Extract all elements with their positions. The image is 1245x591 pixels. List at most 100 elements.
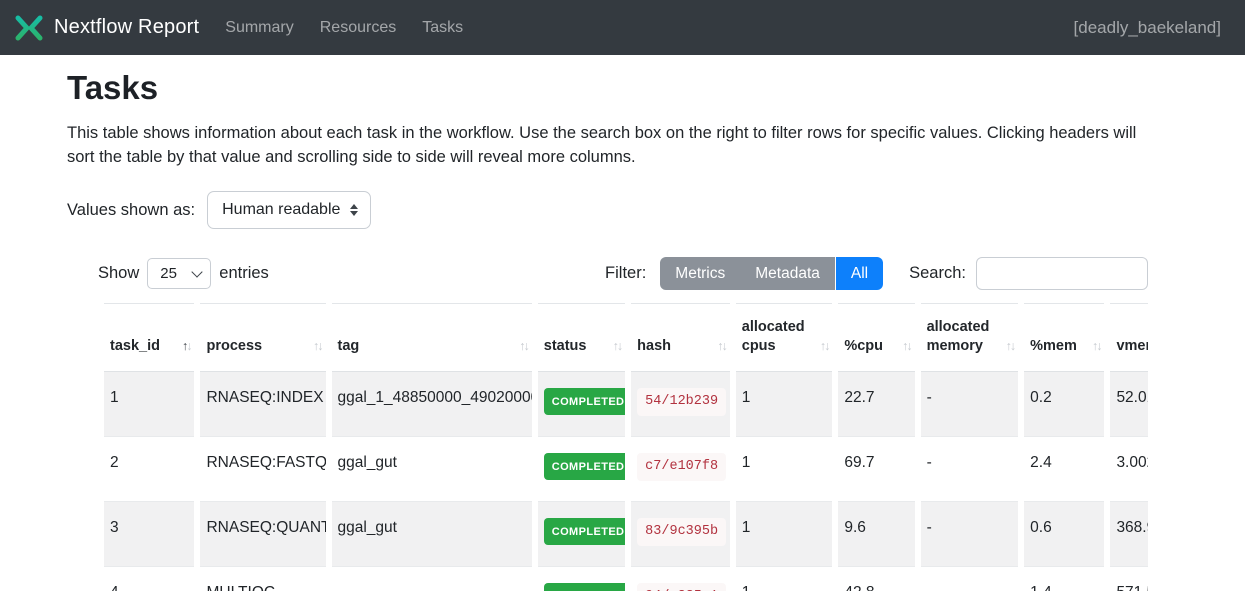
sort-arrows-icon: ↑↓ xyxy=(1006,337,1015,356)
nav-link-summary[interactable]: Summary xyxy=(225,19,293,37)
cell-tag: ggal_gut xyxy=(332,502,532,567)
cell-pct_mem: 0.6 xyxy=(1024,502,1104,567)
column-label: allocated memory xyxy=(927,319,990,354)
filter-label: Filter: xyxy=(605,264,646,283)
filter-button-group: MetricsMetadataAll xyxy=(660,257,883,290)
filter-button-metrics[interactable]: Metrics xyxy=(660,257,740,290)
cell-task_id: 1 xyxy=(104,372,194,437)
values-shown-label: Values shown as: xyxy=(67,201,195,220)
hash-code: c7/e107f8 xyxy=(637,453,726,481)
cell-tag: - xyxy=(332,567,532,591)
cell-status: COMPLETED xyxy=(538,502,625,567)
cell-task_id: 2 xyxy=(104,437,194,502)
table-row: 4MULTIQC-COMPLETED94/c235e1142.8-1.4571.… xyxy=(104,567,1148,591)
cell-hash: c7/e107f8 xyxy=(631,437,730,502)
cell-pct_mem: 2.4 xyxy=(1024,437,1104,502)
values-shown-value: Human readable xyxy=(222,201,340,219)
sort-arrows-icon: ↑↓ xyxy=(717,337,726,356)
cell-pct_cpu: 42.8 xyxy=(838,567,914,591)
cell-tag: ggal_1_48850000_49020000 xyxy=(332,372,532,437)
cell-vmem: 52.016 MB xyxy=(1110,372,1148,437)
entries-label: entries xyxy=(219,264,269,283)
sort-arrows-icon: ↑↓ xyxy=(902,337,911,356)
table-header-row: task_id↑↓process↑↓tag↑↓status↑↓hash↑↓all… xyxy=(104,303,1148,372)
status-badge: COMPLETED xyxy=(544,453,625,480)
column-header-pct_mem[interactable]: %mem ↑↓ xyxy=(1024,303,1104,372)
table-scroll-clip[interactable]: task_id↑↓process↑↓tag↑↓status↑↓hash↑↓all… xyxy=(98,303,1148,591)
nextflow-logo-icon xyxy=(14,15,44,41)
column-header-allocated_memory[interactable]: allocated memory ↑↓ xyxy=(921,303,1019,372)
sort-arrows-icon: ↑↓ xyxy=(820,337,829,356)
cell-allocated_memory: - xyxy=(921,502,1019,567)
cell-pct_cpu: 69.7 xyxy=(838,437,914,502)
column-label: process xyxy=(206,338,262,354)
nav-link-tasks[interactable]: Tasks xyxy=(422,19,463,37)
column-header-process[interactable]: process ↑↓ xyxy=(200,303,325,372)
sort-arrows-icon: ↑↓ xyxy=(1092,337,1101,356)
cell-allocated_cpus: 1 xyxy=(736,437,833,502)
column-label: status xyxy=(544,338,587,354)
page-content: Tasks This table shows information about… xyxy=(0,55,1245,591)
status-badge: COMPLETED xyxy=(544,388,625,415)
cell-status: COMPLETED xyxy=(538,567,625,591)
cell-process: RNASEQ:FASTQC xyxy=(200,437,325,502)
column-header-vmem[interactable]: vmem↑↓ xyxy=(1110,303,1148,372)
sort-arrows-icon: ↑↓ xyxy=(613,337,622,356)
nav-link-resources[interactable]: Resources xyxy=(320,19,396,37)
column-label: tag xyxy=(338,338,360,354)
hash-code: 94/c235e1 xyxy=(637,583,726,591)
cell-allocated_cpus: 1 xyxy=(736,502,833,567)
cell-process: RNASEQ:INDEX xyxy=(200,372,325,437)
column-header-allocated_cpus[interactable]: allocated cpus ↑↓ xyxy=(736,303,833,372)
column-header-status[interactable]: status ↑↓ xyxy=(538,303,625,372)
column-label: %mem xyxy=(1030,338,1077,354)
table-row: 3RNASEQ:QUANTggal_gutCOMPLETED83/9c395b1… xyxy=(104,502,1148,567)
column-label: %cpu xyxy=(844,338,883,354)
select-updown-icon xyxy=(350,204,358,216)
table-row: 1RNASEQ:INDEXggal_1_48850000_49020000COM… xyxy=(104,372,1148,437)
cell-allocated_cpus: 1 xyxy=(736,567,833,591)
navbar-brand[interactable]: Nextflow Report xyxy=(14,15,199,41)
column-header-hash[interactable]: hash↑↓ xyxy=(631,303,730,372)
chevron-down-icon xyxy=(192,266,203,277)
cell-tag: ggal_gut xyxy=(332,437,532,502)
cell-hash: 83/9c395b xyxy=(631,502,730,567)
cell-pct_mem: 0.2 xyxy=(1024,372,1104,437)
sort-arrows-icon: ↑↓ xyxy=(519,337,528,356)
page-length-select[interactable]: 25 xyxy=(147,258,211,289)
cell-vmem: 3.002 GB xyxy=(1110,437,1148,502)
page-title: Tasks xyxy=(67,69,1245,107)
filter-button-metadata[interactable]: Metadata xyxy=(740,257,835,290)
tasks-table-section: Show 25 entries Filter: MetricsMetadataA… xyxy=(98,257,1148,591)
sort-arrows-icon: ↑↓ xyxy=(313,337,322,356)
cell-allocated_memory: - xyxy=(921,372,1019,437)
brand-title: Nextflow Report xyxy=(54,16,199,39)
cell-hash: 54/12b239 xyxy=(631,372,730,437)
cell-process: RNASEQ:QUANT xyxy=(200,502,325,567)
search-input[interactable] xyxy=(976,257,1148,290)
values-shown-select[interactable]: Human readable xyxy=(207,191,371,229)
sort-arrows-icon: ↑↓ xyxy=(182,337,191,356)
table-controls-row: Show 25 entries Filter: MetricsMetadataA… xyxy=(98,257,1148,290)
hash-code: 54/12b239 xyxy=(637,388,726,416)
column-header-pct_cpu[interactable]: %cpu ↑↓ xyxy=(838,303,914,372)
column-header-task_id[interactable]: task_id ↑↓ xyxy=(104,303,194,372)
cell-task_id: 4 xyxy=(104,567,194,591)
cell-hash: 94/c235e1 xyxy=(631,567,730,591)
cell-process: MULTIQC xyxy=(200,567,325,591)
column-label: allocated cpus xyxy=(742,319,805,354)
cell-pct_cpu: 9.6 xyxy=(838,502,914,567)
filter-button-all[interactable]: All xyxy=(836,257,883,290)
cell-status: COMPLETED xyxy=(538,437,625,502)
values-shown-row: Values shown as: Human readable xyxy=(67,191,1245,229)
cell-pct_cpu: 22.7 xyxy=(838,372,914,437)
tasks-table: task_id↑↓process↑↓tag↑↓status↑↓hash↑↓all… xyxy=(98,303,1148,591)
run-name-label: [deadly_baekeland] xyxy=(1074,18,1221,38)
column-header-tag[interactable]: tag ↑↓ xyxy=(332,303,532,372)
show-label: Show xyxy=(98,264,139,283)
cell-vmem: 368.95 MB xyxy=(1110,502,1148,567)
column-label: task_id xyxy=(110,338,160,354)
cell-allocated_cpus: 1 xyxy=(736,372,833,437)
cell-pct_mem: 1.4 xyxy=(1024,567,1104,591)
hash-code: 83/9c395b xyxy=(637,518,726,546)
